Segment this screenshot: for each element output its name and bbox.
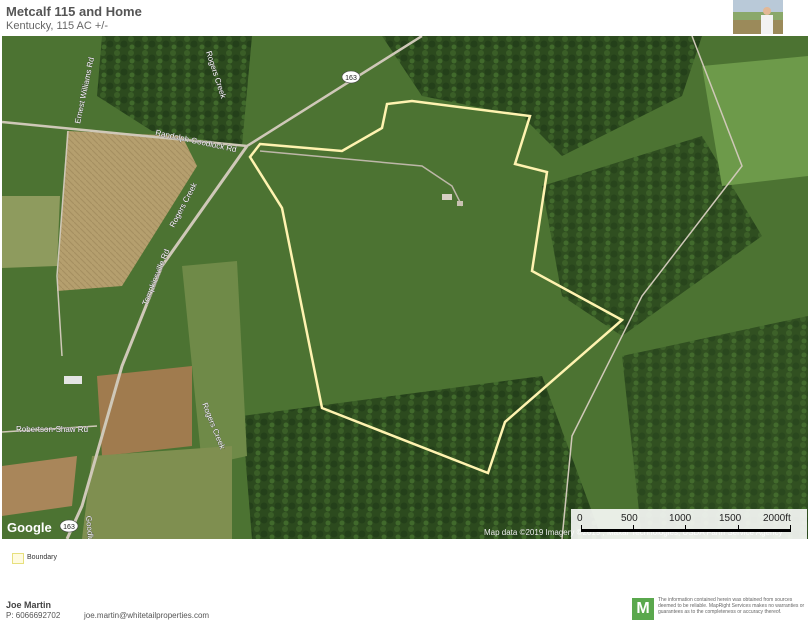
aerial-map[interactable]: Rogers Creek Ernest Williams Rd Randolph… (2, 36, 808, 539)
scale-label-1000: 1000 (669, 513, 692, 524)
agent-photo (733, 0, 783, 34)
route-163-shield-bottom: 163 (59, 519, 79, 533)
scale-line (581, 529, 791, 532)
plowed-field (97, 366, 192, 456)
scale-tick (685, 525, 686, 532)
legend-boundary-swatch (12, 553, 24, 564)
route-163-shield-top: 163 (341, 70, 361, 84)
scale-label-2000ft: 2000ft (763, 513, 791, 524)
agent-phone[interactable]: P: 6066692702 (6, 611, 60, 620)
agent-name: Joe Martin (6, 600, 52, 610)
svg-text:163: 163 (63, 524, 75, 531)
svg-text:163: 163 (345, 75, 357, 82)
label-robertson-shaw: Robertson-Shaw Rd (16, 425, 88, 434)
scale-label-0: 0 (577, 513, 583, 524)
scale-bar: 0 500 1000 1500 2000ft (571, 509, 807, 539)
scale-tick (790, 525, 791, 532)
field-southwest (82, 446, 232, 539)
barn-building (64, 376, 82, 384)
agent-email[interactable]: joe.martin@whitetailproperties.com (84, 611, 209, 620)
scale-tick (738, 525, 739, 532)
scale-label-500: 500 (621, 513, 638, 524)
scale-tick (633, 525, 634, 532)
map-subtitle: Kentucky, 115 AC +/- (6, 20, 109, 32)
outbuilding (457, 201, 463, 206)
disclaimer-text: The information contained herein was obt… (658, 597, 805, 615)
map-title: Metcalf 115 and Home (6, 4, 142, 19)
mapright-logo: M (632, 598, 654, 620)
home-building (442, 194, 452, 200)
field-west (2, 196, 60, 268)
scale-tick (581, 525, 582, 532)
google-logo: Google (7, 520, 52, 535)
legend-boundary-label: Boundary (27, 554, 57, 561)
scale-label-1500: 1500 (719, 513, 742, 524)
